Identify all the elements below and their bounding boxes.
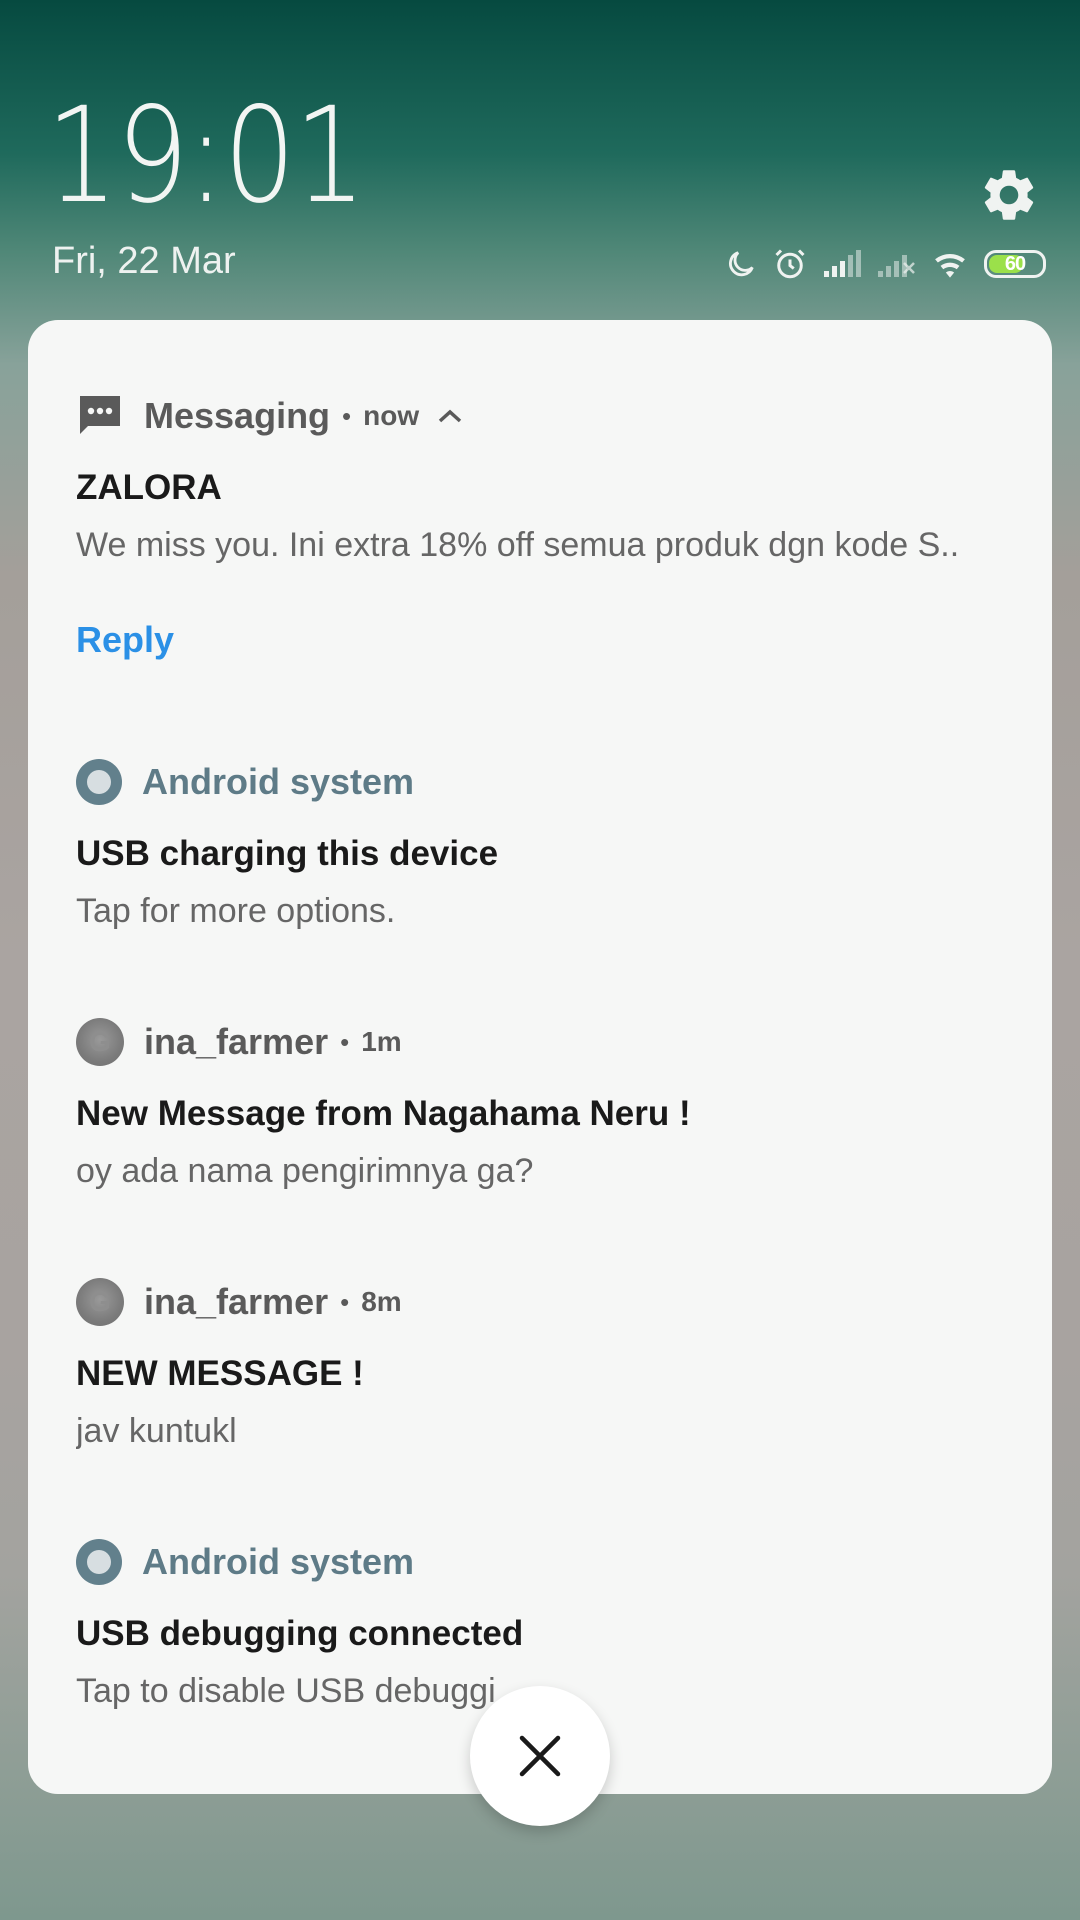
notification-header: G ina_farmer • 8m — [76, 1276, 1012, 1328]
notification-body: oy ada nama pengirimnya ga? — [76, 1152, 534, 1190]
signal-no-service-icon — [878, 255, 915, 277]
clear-notifications-button[interactable] — [470, 1686, 610, 1826]
notification-body: We miss you. Ini extra 18% off semua pro… — [76, 526, 960, 564]
close-icon — [519, 1735, 561, 1777]
notification-messaging[interactable]: Messaging • now ZALORA We miss you. Ini … — [76, 390, 1012, 661]
notification-header: Android system — [76, 1536, 1012, 1588]
app-avatar-icon: G — [76, 1018, 124, 1066]
lockscreen-clock: 19:01 — [46, 79, 366, 233]
notification-title: USB debugging connected — [76, 1614, 524, 1653]
status-bar: 60 — [724, 246, 1046, 282]
notification-header: Android system — [76, 756, 1012, 808]
notification-title: ZALORA — [76, 468, 222, 507]
notification-time: 8m — [361, 1286, 402, 1317]
separator-dot: • — [340, 1286, 350, 1317]
notification-panel: Messaging • now ZALORA We miss you. Ini … — [28, 320, 1052, 1794]
message-icon — [80, 396, 120, 434]
notification-ina-farmer-2[interactable]: G ina_farmer • 8m NEW MESSAGE ! jav kunt… — [76, 1276, 1012, 1451]
app-name: Android system — [142, 761, 415, 802]
separator-dot: • — [340, 1026, 350, 1057]
app-name: Android system — [142, 1541, 415, 1582]
notification-body: jav kuntukl — [76, 1412, 237, 1450]
battery-level: 60 — [1004, 252, 1026, 275]
settings-gear-icon[interactable] — [978, 164, 1040, 226]
notification-header: G ina_farmer • 1m — [76, 1016, 1012, 1068]
notification-body: Tap for more options. — [76, 892, 396, 930]
moon-icon — [729, 251, 754, 277]
notification-ina-farmer-1[interactable]: G ina_farmer • 1m New Message from Nagah… — [76, 1016, 1012, 1191]
app-name: ina_farmer — [144, 1021, 329, 1062]
app-avatar-icon: G — [76, 1278, 124, 1326]
alarm-icon — [775, 249, 805, 279]
separator-dot: • — [342, 400, 352, 431]
reply-button[interactable]: Reply — [76, 619, 1012, 661]
wifi-icon — [935, 253, 965, 278]
notification-time: 1m — [361, 1026, 402, 1057]
signal-icon — [824, 250, 861, 277]
battery-indicator: 60 — [984, 250, 1046, 278]
chevron-up-icon[interactable] — [437, 407, 463, 425]
app-name: ina_farmer — [144, 1281, 329, 1322]
lockscreen-date: Fri, 22 Mar — [52, 240, 236, 282]
notification-title: USB charging this device — [76, 834, 499, 873]
app-name: Messaging — [144, 395, 331, 436]
notification-usb-charging[interactable]: Android system USB charging this device … — [76, 756, 1012, 931]
notification-time: now — [363, 400, 420, 431]
notification-title: New Message from Nagahama Neru ! — [76, 1094, 691, 1133]
notification-usb-debugging[interactable]: Android system USB debugging connected T… — [76, 1536, 1012, 1711]
notification-title: NEW MESSAGE ! — [76, 1354, 364, 1393]
android-system-icon — [76, 1539, 122, 1585]
notification-header: Messaging • now — [76, 390, 1012, 442]
android-system-icon — [76, 759, 122, 805]
